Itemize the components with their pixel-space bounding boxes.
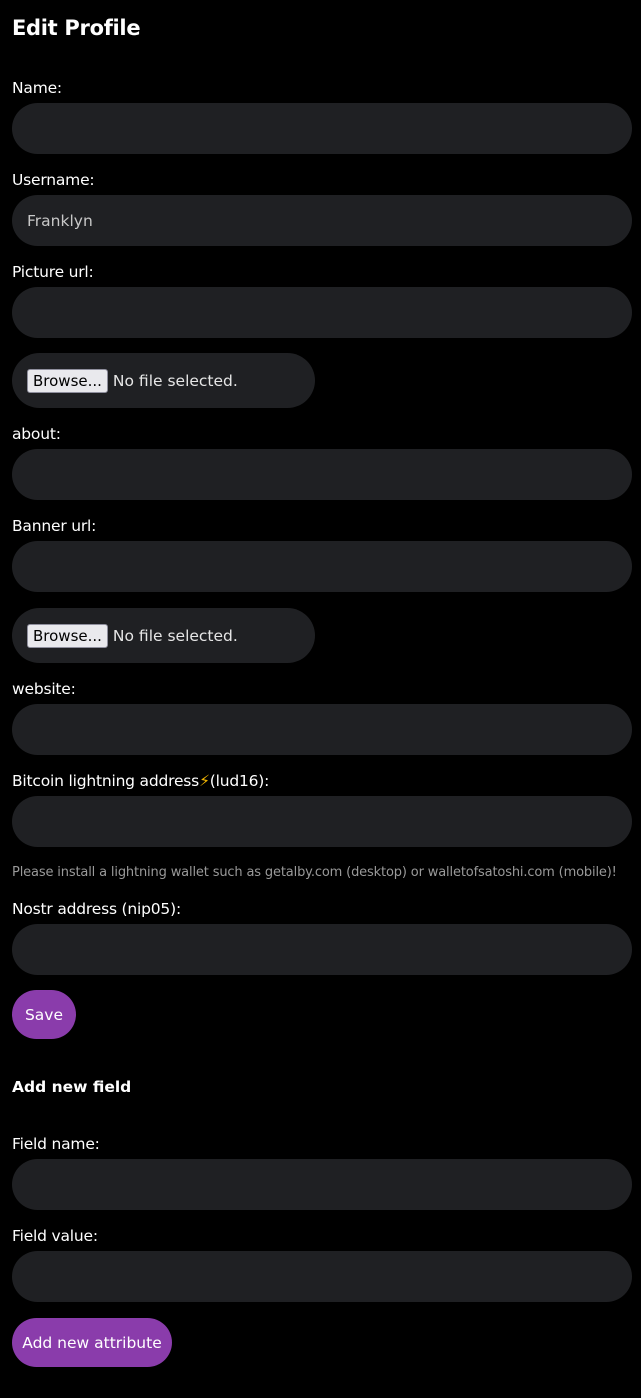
website-input[interactable]	[12, 704, 632, 755]
field-value-input[interactable]	[12, 1251, 632, 1302]
lightning-wallet-hint: Please install a lightning wallet such a…	[12, 865, 617, 880]
banner-file-picker[interactable]: Browse... No file selected.	[12, 608, 315, 663]
save-button[interactable]: Save	[12, 990, 76, 1039]
lightning-address-label: Bitcoin lightning address⚡(lud16):	[12, 772, 269, 790]
banner-browse-button[interactable]: Browse...	[27, 623, 108, 648]
about-label: about:	[12, 425, 61, 443]
picture-url-input[interactable]	[12, 287, 632, 338]
add-new-attribute-button[interactable]: Add new attribute	[12, 1318, 172, 1367]
nostr-address-input[interactable]	[12, 924, 632, 975]
username-label: Username:	[12, 171, 95, 189]
lightning-label-prefix: Bitcoin lightning address	[12, 772, 200, 790]
lightning-bolt-icon: ⚡	[199, 772, 210, 790]
picture-file-status: No file selected.	[112, 371, 238, 390]
field-name-label: Field name:	[12, 1135, 100, 1153]
picture-file-picker[interactable]: Browse... No file selected.	[12, 353, 315, 408]
field-value-label: Field value:	[12, 1227, 98, 1245]
lightning-label-suffix: (lud16):	[209, 772, 270, 790]
page-title: Edit Profile	[12, 16, 141, 40]
banner-file-status: No file selected.	[112, 626, 238, 645]
field-name-input[interactable]	[12, 1159, 632, 1210]
add-new-field-heading: Add new field	[12, 1078, 132, 1096]
website-label: website:	[12, 680, 76, 698]
picture-url-label: Picture url:	[12, 263, 94, 281]
picture-browse-button[interactable]: Browse...	[27, 368, 108, 393]
about-input[interactable]	[12, 449, 632, 500]
name-input[interactable]	[12, 103, 632, 154]
username-input[interactable]	[12, 195, 632, 246]
lightning-address-input[interactable]	[12, 796, 632, 847]
banner-url-input[interactable]	[12, 541, 632, 592]
nostr-address-label: Nostr address (nip05):	[12, 900, 181, 918]
name-label: Name:	[12, 79, 62, 97]
banner-url-label: Banner url:	[12, 517, 97, 535]
